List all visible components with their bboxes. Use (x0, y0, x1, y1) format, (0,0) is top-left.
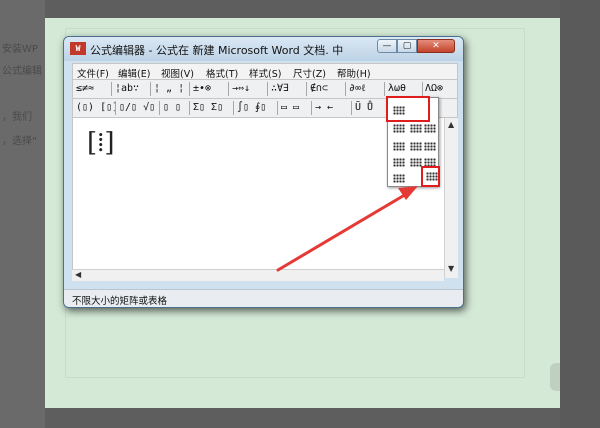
maximize-button[interactable]: ▢ (397, 39, 417, 53)
matrix-3x2-icon[interactable] (410, 142, 422, 151)
logical-symbols-button[interactable]: ∴∀∃ (271, 81, 289, 97)
menu-format[interactable]: 格式(T) (206, 66, 238, 80)
title-bar[interactable]: W 公式编辑器 - 公式在 新建 Microsoft Word 文档. 中 — … (64, 37, 463, 61)
horizontal-scrollbar[interactable]: ◀ (72, 269, 444, 281)
scroll-left-icon[interactable]: ◀ (75, 270, 81, 279)
scroll-up-icon[interactable]: ▲ (448, 120, 454, 129)
toolbar-divider (345, 82, 346, 96)
matrix-row-vector-icon[interactable] (393, 174, 405, 183)
toolbar-divider (159, 101, 160, 115)
menu-bar: 文件(F) 编辑(E) 视图(V) 格式(T) 样式(S) 尺寸(Z) 帮助(H… (72, 63, 458, 80)
arrow-symbols-button[interactable]: →⇔↓ (232, 81, 250, 97)
integral-button[interactable]: ∫▯ ∮▯ (237, 100, 266, 116)
variable-matrix-highlight (421, 166, 440, 187)
background-snippet: 公式编辑 (2, 66, 42, 77)
matrix-2x1-icon[interactable] (393, 124, 405, 133)
matrix-3x1-icon[interactable] (393, 142, 405, 151)
relational-symbols-button[interactable]: ≤≠≈ (76, 81, 94, 97)
toolbar-divider (422, 82, 423, 96)
close-button[interactable]: ✕ (417, 39, 455, 53)
matrix-2x3-icon[interactable] (424, 124, 436, 133)
set-theory-button[interactable]: ∉∩⊂ (310, 81, 328, 97)
status-text: 不限大小的矩阵或表格 (72, 296, 168, 307)
products-set-theory-button[interactable]: Ũ Ů (355, 100, 373, 116)
minimize-button[interactable]: — (377, 39, 397, 53)
toolbar-divider (306, 82, 307, 96)
fence-templates-button[interactable]: (▯) [▯] (76, 100, 118, 116)
misc-symbols-button[interactable]: ∂∞ℓ (349, 81, 366, 97)
toolbar-divider (189, 101, 190, 115)
embellishments-button[interactable]: ¦ „ ¦ (154, 81, 184, 97)
menu-view[interactable]: 视图(V) (161, 66, 194, 80)
menu-file[interactable]: 文件(F) (77, 66, 109, 80)
toolbar-divider (384, 82, 385, 96)
toolbar-divider (189, 82, 190, 96)
page-scroll-handle[interactable] (550, 363, 560, 391)
fraction-radical-button[interactable]: ▯/▯ √▯ (119, 100, 155, 116)
vertical-scrollbar[interactable]: ▲ ▼ (444, 118, 458, 278)
matrix-3x3-icon[interactable] (424, 142, 436, 151)
toolbar-divider (311, 101, 312, 115)
matrix-placeholder[interactable]: [⁞] (87, 128, 115, 158)
menu-edit[interactable]: 编辑(E) (118, 66, 150, 80)
toolbar-divider (233, 101, 234, 115)
toolbar-divider (150, 82, 151, 96)
greek-uppercase-button[interactable]: ΛΩ⊗ (425, 81, 443, 97)
scroll-down-icon[interactable]: ▼ (448, 264, 454, 273)
menu-size[interactable]: 尺寸(Z) (293, 66, 326, 80)
window-title: 公式编辑器 - 公式在 新建 Microsoft Word 文档. 中 (90, 44, 344, 57)
underbar-overbar-button[interactable]: ▭ ▭ (281, 100, 299, 116)
menu-help[interactable]: 帮助(H) (337, 66, 371, 80)
background-snippet: ，我们 (2, 112, 32, 123)
toolbar-divider (351, 101, 352, 115)
status-bar: 不限大小的矩阵或表格 (64, 289, 463, 307)
matrix-4x1-icon[interactable] (393, 158, 405, 167)
toolbar-divider (115, 101, 116, 115)
toolbar-divider (267, 82, 268, 96)
menu-style[interactable]: 样式(S) (249, 66, 281, 80)
background-right-panel (560, 0, 600, 428)
matrix-2x2-icon[interactable] (410, 124, 422, 133)
matrix-button-highlight (386, 96, 430, 122)
spaces-ellipses-button[interactable]: ¦ab∵ (115, 81, 139, 97)
word-app-icon: W (70, 42, 86, 55)
toolbar-divider (111, 82, 112, 96)
labeled-arrows-button[interactable]: → ← (315, 100, 333, 116)
greek-lowercase-button[interactable]: λωθ (388, 81, 406, 97)
toolbar-divider (228, 82, 229, 96)
background-snippet: ，选择“ (2, 136, 38, 147)
operator-symbols-button[interactable]: ±•⊗ (193, 81, 211, 97)
toolbar-divider (277, 101, 278, 115)
summation-button[interactable]: Σ▯ Σ▯ (193, 100, 223, 116)
background-snippet: 安装WP (2, 44, 38, 55)
subscript-superscript-button[interactable]: ▯ ▯ (163, 100, 181, 116)
